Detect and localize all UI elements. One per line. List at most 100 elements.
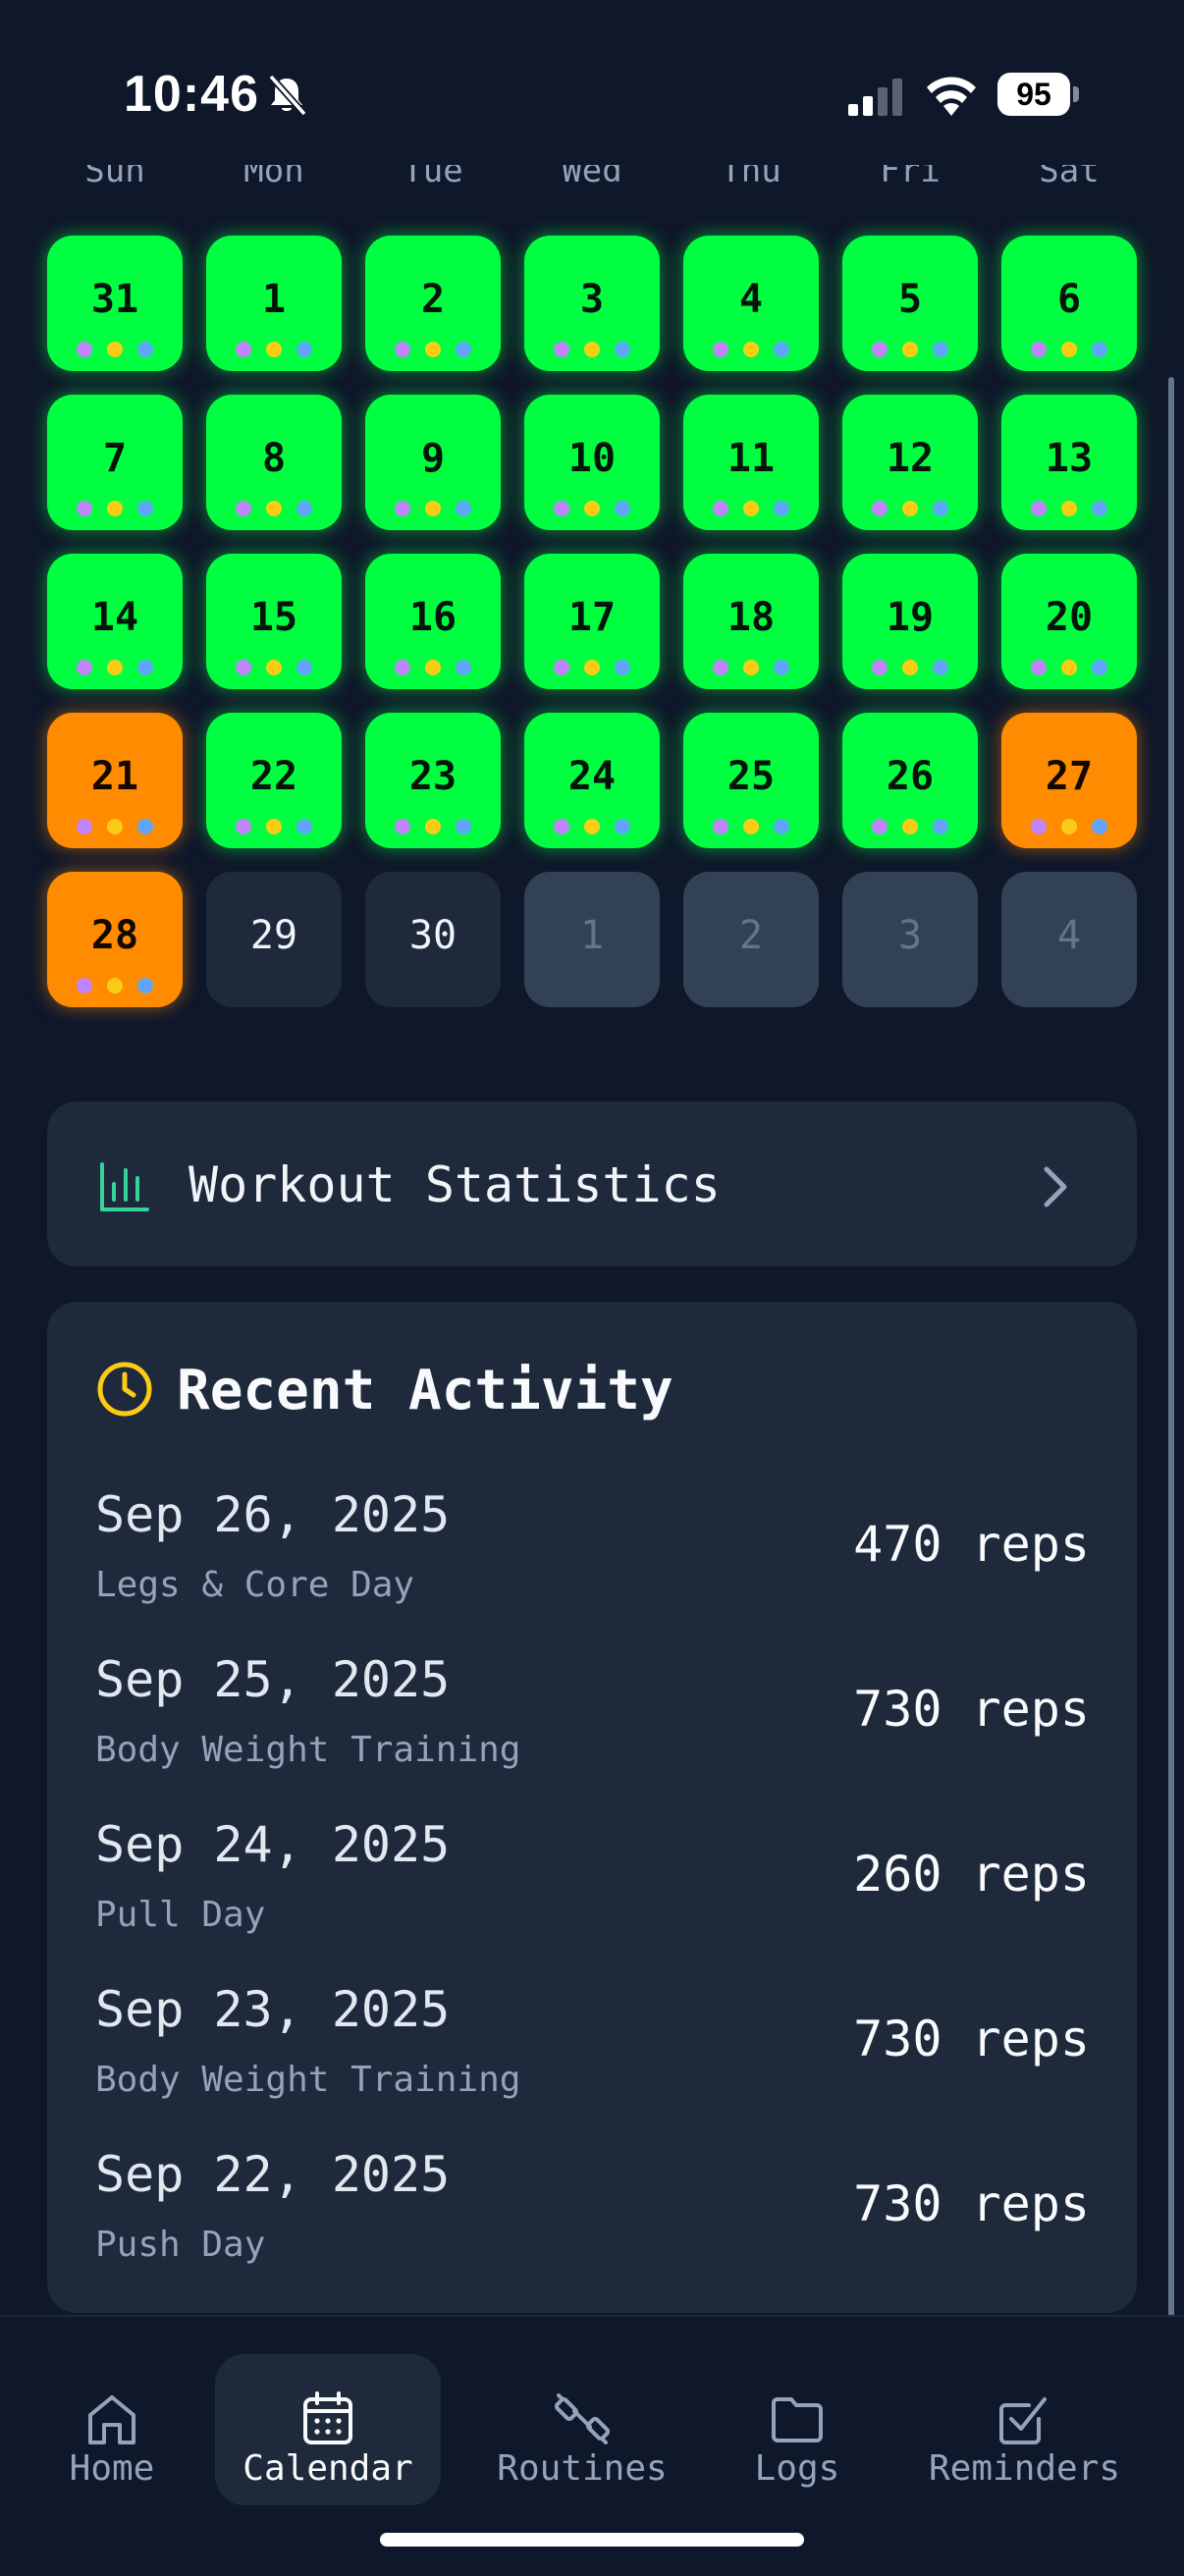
workout-dots: [206, 819, 342, 834]
tab-logs[interactable]: Logs: [738, 2354, 856, 2505]
workout-dot: [107, 501, 123, 516]
workout-dots: [47, 342, 183, 357]
workout-dot: [774, 819, 789, 834]
calendar-day[interactable]: 15: [206, 554, 342, 689]
calendar-day[interactable]: 6: [1001, 236, 1137, 371]
workout-dot: [615, 342, 630, 357]
workout-dot: [296, 501, 312, 516]
calendar-day[interactable]: 31: [47, 236, 183, 371]
workout-dot: [933, 660, 948, 675]
workout-dot: [266, 501, 282, 516]
folder-icon: [772, 2397, 823, 2442]
calendar-day[interactable]: 19: [842, 554, 978, 689]
calendar-day[interactable]: 22: [206, 713, 342, 848]
workout-dot: [933, 819, 948, 834]
workout-dots: [842, 660, 978, 675]
calendar-day[interactable]: 12: [842, 395, 978, 530]
calendar-day[interactable]: 11: [683, 395, 819, 530]
workout-dot: [1061, 342, 1077, 357]
activity-date: Sep 25, 2025: [95, 1651, 451, 1708]
calendar-day-number: 4: [738, 277, 764, 322]
calendar-day[interactable]: 18: [683, 554, 819, 689]
calendar-day-number: 31: [90, 277, 139, 322]
activity-item[interactable]: Sep 23, 2025 Body Weight Training 730 re…: [47, 1981, 1137, 2146]
workout-dots: [365, 660, 501, 675]
workout-dot: [1092, 501, 1107, 516]
activity-item[interactable]: Sep 22, 2025 Push Day 730 reps: [47, 2146, 1137, 2311]
activity-name: Legs & Core Day: [95, 1565, 415, 1605]
calendar-day[interactable]: 10: [524, 395, 660, 530]
calendar-day[interactable]: 2: [365, 236, 501, 371]
calendar-day-number: 17: [567, 595, 617, 640]
workout-dot: [933, 342, 948, 357]
calendar-day[interactable]: 3: [842, 872, 978, 1007]
tab-reminders[interactable]: Reminders: [929, 2354, 1120, 2505]
calendar-day[interactable]: 21: [47, 713, 183, 848]
calendar-day-number: 5: [897, 277, 923, 322]
tab-routines[interactable]: Routines: [495, 2354, 670, 2505]
workout-dot: [713, 342, 728, 357]
calendar-day[interactable]: 2: [683, 872, 819, 1007]
workout-dots: [842, 819, 978, 834]
workout-dot: [584, 660, 600, 675]
calendar-day[interactable]: 1: [206, 236, 342, 371]
calendar-day[interactable]: 28: [47, 872, 183, 1007]
calendar-day[interactable]: 20: [1001, 554, 1137, 689]
workout-dot: [1061, 819, 1077, 834]
workout-dot: [77, 978, 92, 993]
calendar-day[interactable]: 8: [206, 395, 342, 530]
activity-reps: 470 reps: [853, 1516, 1090, 1573]
workout-dot: [554, 819, 569, 834]
calendar-day[interactable]: 3: [524, 236, 660, 371]
calendar-day[interactable]: 4: [1001, 872, 1137, 1007]
tab-home[interactable]: Home: [43, 2354, 181, 2505]
calendar-day[interactable]: 14: [47, 554, 183, 689]
workout-dot: [615, 660, 630, 675]
calendar-day[interactable]: 30: [365, 872, 501, 1007]
activity-reps: 260 reps: [853, 1846, 1090, 1903]
workout-statistics-button[interactable]: Workout Statistics: [47, 1101, 1137, 1266]
activity-item[interactable]: Sep 26, 2025 Legs & Core Day 470 reps: [47, 1486, 1137, 1651]
tab-calendar[interactable]: Calendar: [215, 2354, 441, 2505]
activity-item[interactable]: Sep 24, 2025 Pull Day 260 reps: [47, 1816, 1137, 1981]
workout-dot: [137, 342, 153, 357]
calendar-day[interactable]: 4: [683, 236, 819, 371]
workout-dot: [1092, 342, 1107, 357]
workout-dot: [743, 501, 759, 516]
workout-dot: [1061, 501, 1077, 516]
scrollbar[interactable]: [1168, 377, 1174, 2517]
calendar-day-number: 26: [886, 754, 935, 799]
activity-item[interactable]: Sep 25, 2025 Body Weight Training 730 re…: [47, 1651, 1137, 1816]
calendar-day[interactable]: 5: [842, 236, 978, 371]
workout-dot: [266, 342, 282, 357]
workout-dots: [1001, 819, 1137, 834]
calendar-day[interactable]: 13: [1001, 395, 1137, 530]
workout-dots: [683, 819, 819, 834]
calendar-day-number: 23: [408, 754, 457, 799]
workout-dot: [872, 819, 888, 834]
workout-dot: [1031, 660, 1047, 675]
workout-dot: [713, 819, 728, 834]
calendar-day[interactable]: 25: [683, 713, 819, 848]
workout-dot: [1061, 660, 1077, 675]
calendar-day-number: 11: [727, 436, 776, 481]
workout-dot: [456, 819, 471, 834]
calendar-day[interactable]: 9: [365, 395, 501, 530]
calendar-day[interactable]: 7: [47, 395, 183, 530]
dumbbell-icon: [554, 2393, 611, 2444]
calendar-day[interactable]: 27: [1001, 713, 1137, 848]
workout-dot: [137, 978, 153, 993]
activity-name: Body Weight Training: [95, 2060, 521, 2100]
calendar-day[interactable]: 24: [524, 713, 660, 848]
workout-dot: [872, 660, 888, 675]
calendar-day[interactable]: 26: [842, 713, 978, 848]
workout-dot: [77, 819, 92, 834]
activity-date: Sep 23, 2025: [95, 1981, 451, 2038]
calendar-day[interactable]: 29: [206, 872, 342, 1007]
home-indicator: [380, 2533, 804, 2547]
calendar-day[interactable]: 17: [524, 554, 660, 689]
calendar-day[interactable]: 16: [365, 554, 501, 689]
workout-dots: [206, 660, 342, 675]
calendar-day[interactable]: 23: [365, 713, 501, 848]
calendar-day[interactable]: 1: [524, 872, 660, 1007]
